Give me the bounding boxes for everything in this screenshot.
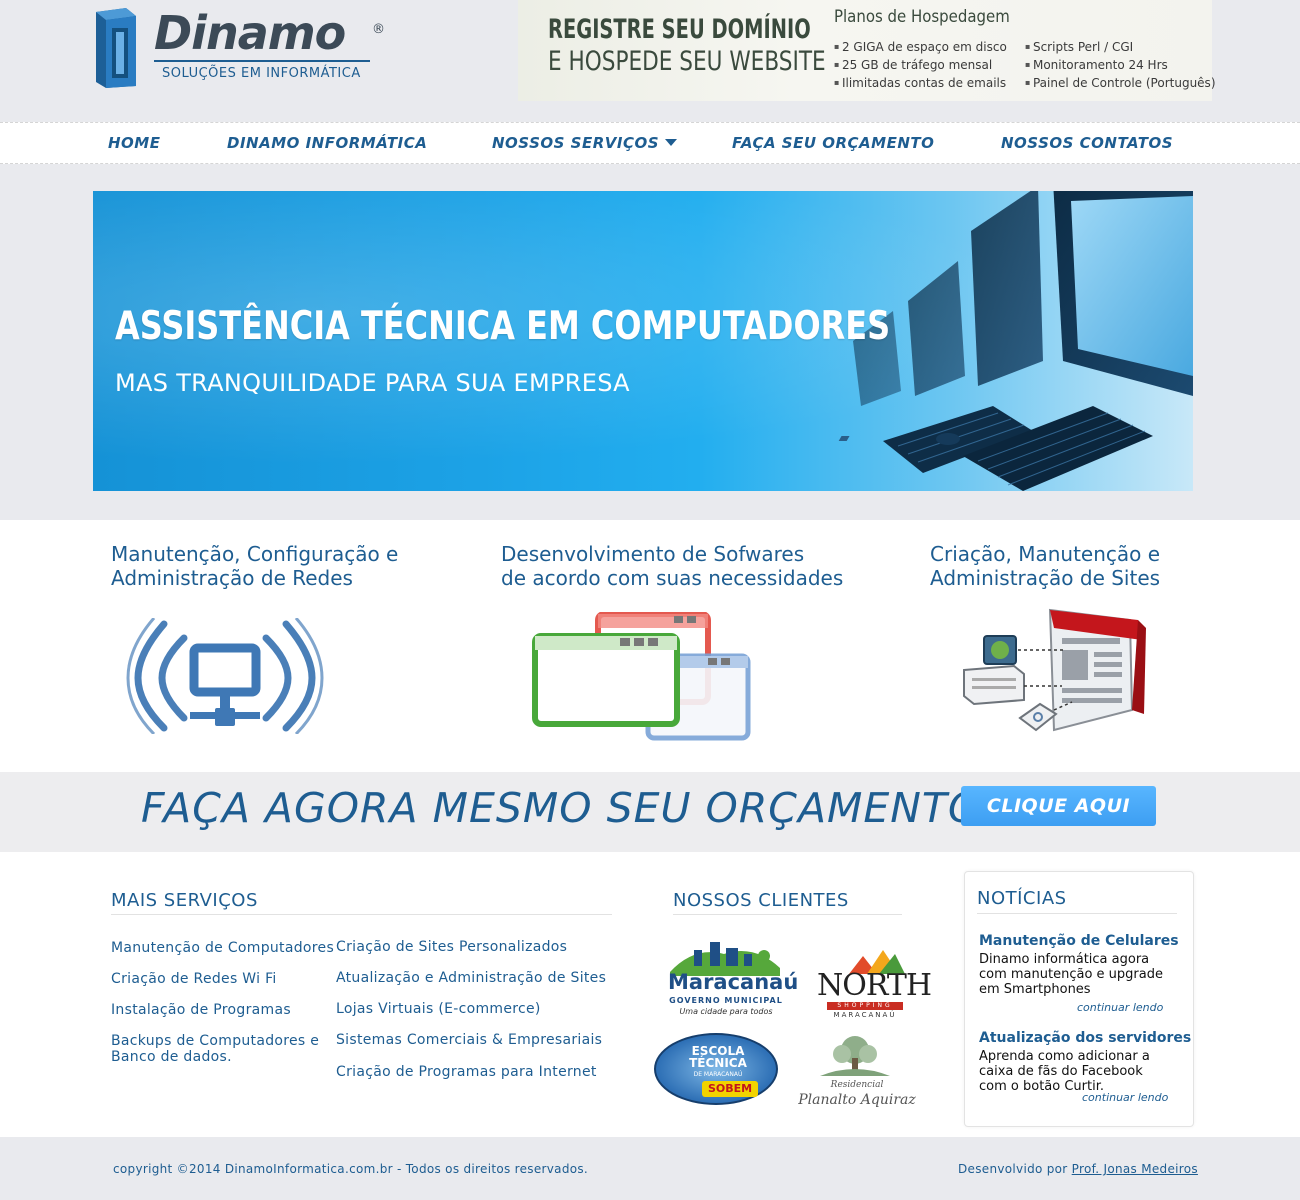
clique-aqui-button[interactable]: CLIQUE AQUI <box>961 786 1156 826</box>
nav-label: HOME <box>108 134 161 152</box>
nav-label: NOSSOS CONTATOS <box>1001 134 1173 152</box>
nav-nossos-servicos[interactable]: NOSSOS SERVIÇOS <box>492 134 678 152</box>
client-name: Maracanaú <box>668 970 799 994</box>
nav-label: NOSSOS SERVIÇOS <box>492 134 660 152</box>
ad-features-col2: Scripts Perl / CGI Monitoramento 24 Hrs … <box>1025 38 1216 92</box>
ad-feature: Ilimitadas contas de emails <box>834 74 1007 92</box>
clients-heading: NOSSOS CLIENTES <box>673 890 849 911</box>
nav-dinamo-informatica[interactable]: DINAMO INFORMÁTICA <box>227 134 427 152</box>
clients-divider <box>673 914 902 915</box>
service-link[interactable]: Criação de Programas para Internet <box>336 1064 597 1080</box>
client-logo-escola-tecnica[interactable]: ESCOLA TÉCNICA DE MARACANAÚ SOBEM <box>654 1031 778 1109</box>
cta-text: FAÇA AGORA MESMO SEU ORÇAMENTO <box>141 784 982 832</box>
dinamo-logo[interactable]: Dinamo ® SOLUÇÕES EM INFORMÁTICA <box>96 8 396 92</box>
service-title-line: Criação, Manutenção e <box>930 542 1161 566</box>
nav-faca-seu-orcamento[interactable]: FAÇA SEU ORÇAMENTO <box>732 134 934 152</box>
ad-plans-title: Planos de Hospedagem <box>834 7 1010 27</box>
ad-features-col1: 2 GIGA de espaço em disco 25 GB de tráfe… <box>834 38 1007 92</box>
ad-feature: 25 GB de tráfego mensal <box>834 56 1007 74</box>
logo-cube-icon <box>96 8 136 88</box>
developer-link[interactable]: Prof. Jonas Medeiros <box>1072 1162 1198 1176</box>
main-nav: HOME DINAMO INFORMÁTICA NOSSOS SERVIÇOS … <box>0 122 1300 164</box>
service-title-software[interactable]: Desenvolvimento de Sofwares de acordo co… <box>501 542 843 590</box>
client-line3: Uma cidade para todos <box>679 1007 773 1016</box>
client-line3: SOBEM <box>702 1081 758 1097</box>
more-services-heading: MAIS SERVIÇOS <box>111 890 258 911</box>
client-line2: DE MARACANAÚ <box>693 1071 743 1078</box>
ad-feature: Painel de Controle (Português) <box>1025 74 1216 92</box>
logo-divider <box>154 60 370 62</box>
network-wireless-icon[interactable] <box>124 618 326 734</box>
site-header: Dinamo ® SOLUÇÕES EM INFORMÁTICA REGISTR… <box>0 0 1300 122</box>
service-title-line: Manutenção, Configuração e <box>111 542 399 566</box>
nav-nossos-contatos[interactable]: NOSSOS CONTATOS <box>1001 134 1173 152</box>
service-link[interactable]: Criação de Sites Personalizados <box>336 939 567 955</box>
service-link[interactable]: Banco de dados. <box>111 1049 232 1065</box>
logo-tagline: SOLUÇÕES EM INFORMÁTICA <box>162 66 361 81</box>
copyright-text: copyright ©2014 DinamoInformatica.com.br… <box>113 1162 589 1176</box>
news-continue-link[interactable]: continuar lendo <box>1077 1001 1163 1014</box>
client-line2: GOVERNO MUNICIPAL <box>669 996 783 1005</box>
client-logo-planalto-aquiraz[interactable]: Residencial Planalto Aquiraz <box>796 1034 918 1112</box>
client-name: Residencial <box>830 1080 884 1090</box>
news-divider <box>977 913 1177 914</box>
hero-banner: ASSISTÊNCIA TÉCNICA EM COMPUTADORES MAS … <box>93 191 1193 491</box>
news-item-body: Dinamo informática agora com manutenção … <box>979 952 1163 997</box>
nav-label: DINAMO INFORMÁTICA <box>227 134 428 152</box>
service-link[interactable]: Lojas Virtuais (E-commerce) <box>336 1001 541 1017</box>
software-windows-icon[interactable] <box>532 612 752 742</box>
logo-name: Dinamo <box>154 6 346 60</box>
more-services-divider <box>111 914 612 915</box>
lower-section: MAIS SERVIÇOS Manutenção de Computadores… <box>0 852 1300 1137</box>
news-item-body: Aprenda como adicionar a caixa de fãs do… <box>979 1049 1150 1094</box>
quote-cta-bar: FAÇA AGORA MESMO SEU ORÇAMENTO CLIQUE AQ… <box>0 772 1300 852</box>
service-link[interactable]: Criação de Redes Wi Fi <box>111 971 277 987</box>
service-title-line: Administração de Redes <box>111 566 353 590</box>
service-title-websites[interactable]: Criação, Manutenção e Administração de S… <box>930 542 1160 590</box>
news-heading: NOTÍCIAS <box>977 888 1067 909</box>
site-footer: copyright ©2014 DinamoInformatica.com.br… <box>0 1137 1300 1200</box>
banner-title: ASSISTÊNCIA TÉCNICA EM COMPUTADORES <box>115 304 891 349</box>
news-item-title[interactable]: Atualização dos servidores <box>979 1030 1191 1046</box>
developer-credit: Desenvolvido por Prof. Jonas Medeiros <box>958 1162 1198 1176</box>
news-item-title[interactable]: Manutenção de Celulares <box>979 933 1179 949</box>
service-title-line: Administração de Sites <box>930 566 1161 590</box>
caret-down-icon <box>665 139 678 146</box>
service-link[interactable]: Backups de Computadores e <box>111 1033 319 1049</box>
service-title-line: de acordo com suas necessidades <box>501 566 844 590</box>
client-name: ESCOLA TÉCNICA <box>689 1044 747 1070</box>
ad-title-line1: REGISTRE SEU DOMÍNIO <box>548 14 811 45</box>
client-logo-maracanau[interactable]: Maracanaú GOVERNO MUNICIPAL Uma cidade p… <box>664 936 799 1022</box>
ad-feature: 2 GIGA de espaço em disco <box>834 38 1007 56</box>
news-panel: NOTÍCIAS Manutenção de Celulares Dinamo … <box>964 871 1194 1127</box>
news-continue-link[interactable]: continuar lendo <box>1082 1091 1168 1104</box>
ad-feature: Scripts Perl / CGI <box>1025 38 1216 56</box>
services-section: Manutenção, Configuração e Administração… <box>0 520 1300 772</box>
service-link[interactable]: Atualização e Administração de Sites <box>336 970 606 986</box>
tree-icon <box>820 1036 890 1076</box>
banner-subtitle: MAS TRANQUILIDADE PARA SUA EMPRESA <box>115 369 630 397</box>
client-line2: SHOPPING <box>827 1002 903 1010</box>
client-name: NORTH <box>817 968 932 1003</box>
service-title-networks[interactable]: Manutenção, Configuração e Administração… <box>111 542 398 590</box>
client-line3: MARACANAÚ <box>833 1011 897 1019</box>
service-link[interactable]: Manutenção de Computadores <box>111 940 334 956</box>
developed-by-label: Desenvolvido por <box>958 1162 1068 1176</box>
client-line2: Planalto Aquiraz <box>798 1092 916 1108</box>
nav-label: FAÇA SEU ORÇAMENTO <box>732 134 935 152</box>
service-link[interactable]: Instalação de Programas <box>111 1002 291 1018</box>
service-link[interactable]: Sistemas Comerciais & Empresariais <box>336 1032 602 1048</box>
website-icon[interactable] <box>962 606 1148 740</box>
client-logo-north-shopping[interactable]: NORTH SHOPPING MARACANAÚ <box>815 948 932 1020</box>
logo-registered: ® <box>372 22 385 37</box>
service-title-line: Desenvolvimento de Sofwares <box>501 542 805 566</box>
ad-title-line2: E HOSPEDE SEU WEBSITE <box>548 46 826 77</box>
ad-feature: Monitoramento 24 Hrs <box>1025 56 1216 74</box>
hosting-ad-banner[interactable]: REGISTRE SEU DOMÍNIO E HOSPEDE SEU WEBSI… <box>518 0 1216 101</box>
nav-home[interactable]: HOME <box>108 134 160 152</box>
